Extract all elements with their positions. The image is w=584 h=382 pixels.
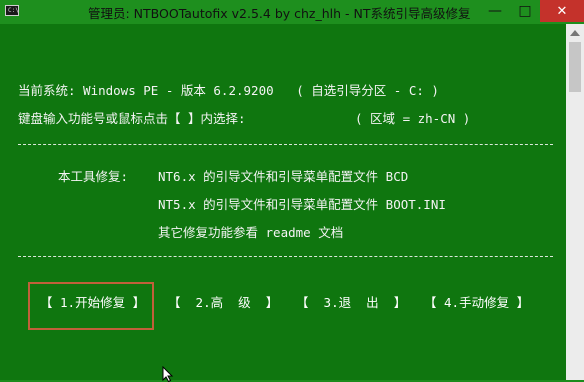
separator-top (18, 144, 553, 145)
scrollbar-thumb[interactable] (569, 42, 581, 92)
close-button[interactable]: ✕ (540, 0, 584, 22)
window-title: 管理员: NTBOOTautofix v2.5.4 by chz_hlh - N… (88, 6, 471, 21)
scroll-up-arrow-icon[interactable] (570, 30, 580, 36)
console-icon-label: C:\ (8, 7, 19, 14)
menu-start-repair[interactable]: 【 1.开始修复 】 (40, 292, 145, 311)
console-area[interactable]: 当前系统: Windows PE - 版本 6.2.9200 ( 自选引导分区 … (0, 24, 566, 380)
menu-exit[interactable]: 【 3.退 出 】 (296, 292, 406, 311)
repair-line-nt5: NT5.x 的引导文件和引导菜单配置文件 BOOT.INI (158, 197, 446, 212)
window-controls: — □ ✕ (480, 0, 584, 22)
vertical-scrollbar[interactable] (566, 24, 584, 380)
close-icon: ✕ (556, 3, 568, 19)
region-info: ( 区域 = zh-CN ) (355, 111, 471, 126)
maximize-icon: □ (518, 3, 532, 19)
console-icon[interactable]: C:\ (5, 5, 19, 16)
maximize-button[interactable]: □ (510, 0, 540, 22)
menu-advanced[interactable]: 【 2.高 级 】 (168, 292, 278, 311)
minimize-button[interactable]: — (480, 0, 510, 22)
title-bar[interactable]: C:\ 管理员: NTBOOTautofix v2.5.4 by chz_hlh… (0, 0, 584, 24)
tool-repair-label: 本工具修复: (58, 169, 129, 184)
repair-line-other: 其它修复功能参看 readme 文档 (158, 225, 344, 240)
input-prompt: 键盘输入功能号或鼠标点击【 】内选择: (18, 111, 246, 126)
current-system-line: 当前系统: Windows PE - 版本 6.2.9200 ( 自选引导分区 … (18, 83, 439, 98)
separator-bottom (18, 256, 553, 257)
repair-line-nt6: NT6.x 的引导文件和引导菜单配置文件 BCD (158, 169, 409, 184)
minimize-icon: — (488, 3, 502, 19)
menu-manual-repair[interactable]: 【 4.手动修复 】 (424, 292, 529, 311)
